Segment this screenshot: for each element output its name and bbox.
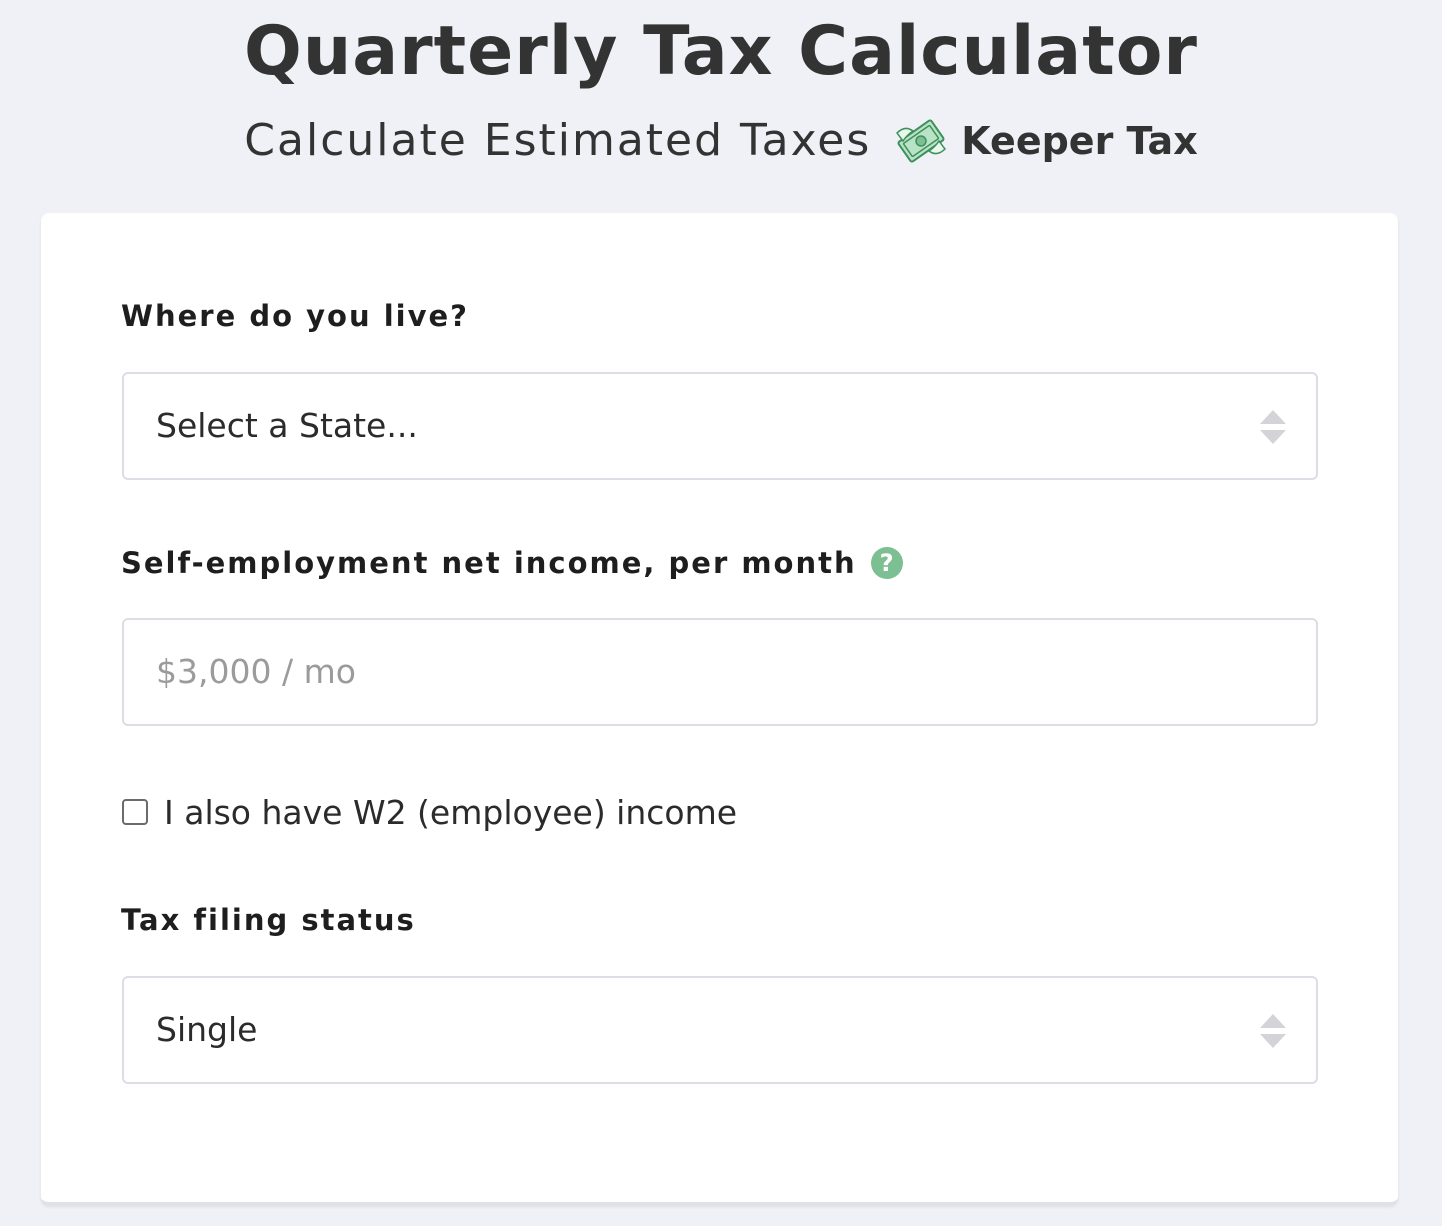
state-select[interactable]: Select a State... [122,372,1318,480]
w2-income-checkbox[interactable] [122,799,148,825]
calculator-card: Where do you live? Select a State... Sel… [41,213,1398,1205]
select-arrows-icon [1260,410,1286,444]
filing-status-value: Single [156,1010,258,1049]
income-label: Self-employment net income, per month ? [121,543,903,583]
brand-name: Keeper Tax [961,119,1198,163]
page-subtitle: Calculate Estimated Taxes [244,115,872,166]
w2-income-row[interactable]: I also have W2 (employee) income [122,787,737,837]
w2-income-label[interactable]: I also have W2 (employee) income [164,793,737,832]
income-input[interactable]: $3,000 / mo [122,618,1318,726]
income-input-placeholder: $3,000 / mo [156,652,356,691]
flying-money-icon [896,119,947,163]
state-select-value: Select a State... [156,406,418,445]
page-title: Quarterly Tax Calculator [244,12,1198,91]
filing-status-select[interactable]: Single [122,976,1318,1084]
select-arrows-icon [1260,1014,1286,1048]
income-label-text: Self-employment net income, per month [121,546,857,580]
question-mark-icon[interactable]: ? [870,547,903,579]
subtitle-row: Calculate Estimated Taxes Keeper Tax [0,108,1442,174]
state-label: Where do you live? [121,299,469,333]
filing-status-label: Tax filing status [121,903,416,937]
